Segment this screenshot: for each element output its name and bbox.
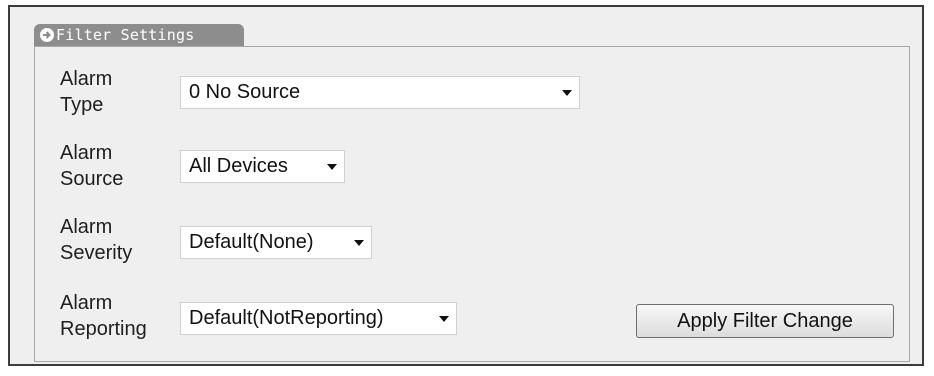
chevron-down-icon (555, 89, 579, 97)
select-value: 0 No Source (189, 81, 301, 103)
alarm-type-label: Alarm Type (60, 66, 170, 118)
label-line: Alarm (60, 292, 113, 314)
alarm-source-label: Alarm Source (60, 140, 170, 192)
alarm-severity-select[interactable]: Default(None) (180, 226, 372, 259)
filter-settings-tab[interactable]: Filter Settings (34, 24, 244, 46)
alarm-source-select[interactable]: All Devices (180, 150, 345, 183)
arrow-right-circle-icon (40, 28, 54, 42)
label-line: Type (60, 94, 104, 116)
select-value: Default(None) (189, 231, 314, 253)
apply-filter-change-button[interactable]: Apply Filter Change (636, 304, 894, 338)
alarm-severity-label: Alarm Severity (60, 214, 170, 266)
label-line: Severity (60, 242, 133, 264)
chevron-down-icon (320, 163, 344, 171)
select-value: Default(NotReporting) (189, 307, 384, 329)
alarm-reporting-label: Alarm Reporting (60, 290, 170, 342)
label-line: Alarm (60, 142, 113, 164)
tab-label: Filter Settings (56, 26, 195, 44)
label-line: Source (60, 168, 124, 190)
alarm-type-select[interactable]: 0 No Source (180, 76, 580, 109)
chevron-down-icon (432, 315, 456, 323)
select-value: All Devices (189, 155, 288, 177)
label-line: Alarm (60, 68, 113, 90)
alarm-reporting-select[interactable]: Default(NotReporting) (180, 302, 457, 335)
label-line: Reporting (60, 318, 147, 340)
chevron-down-icon (347, 239, 371, 247)
label-line: Alarm (60, 216, 113, 238)
